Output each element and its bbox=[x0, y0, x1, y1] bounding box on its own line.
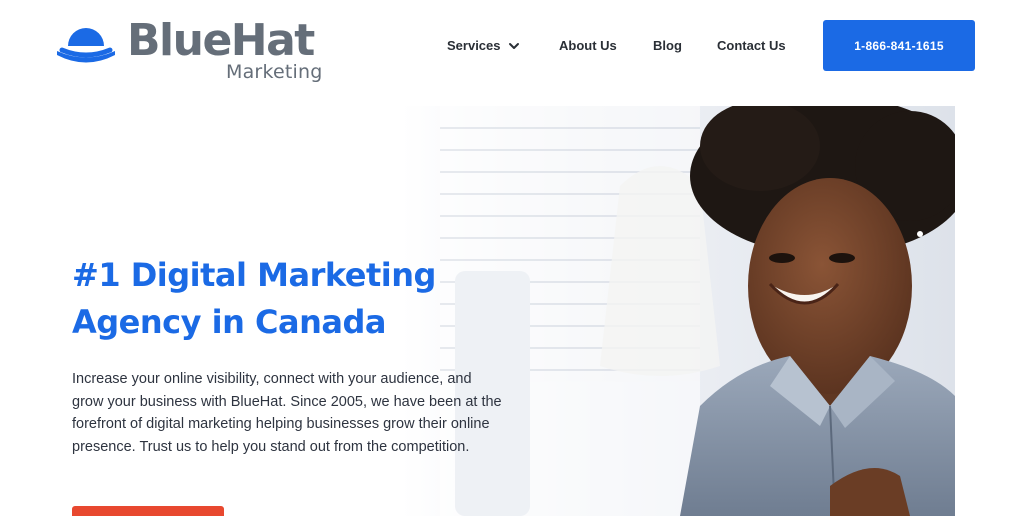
phone-call-button[interactable]: 1-866-841-1615 bbox=[823, 20, 975, 71]
hero-body-text: Increase your online visibility, connect… bbox=[72, 371, 502, 455]
hero-cta-button[interactable] bbox=[72, 506, 224, 516]
nav-contact-us[interactable]: Contact Us bbox=[717, 36, 786, 56]
nav-services-label: Services bbox=[447, 38, 501, 53]
nav-about-us[interactable]: About Us bbox=[559, 36, 617, 56]
hero-headline-line-1: #1 Digital Marketing bbox=[72, 256, 436, 294]
bluehat-logo[interactable]: BlueHat Marketing bbox=[54, 15, 324, 88]
chevron-down-icon bbox=[508, 43, 519, 49]
logo-wordmark: BlueHat bbox=[127, 15, 315, 66]
site-header: BlueHat Marketing Services About Us Blog… bbox=[0, 0, 1024, 100]
logo-subtitle: Marketing bbox=[226, 61, 323, 83]
hero-headline-line-2: Agency in Canada bbox=[72, 303, 386, 341]
nav-services[interactable]: Services bbox=[447, 36, 521, 56]
hero-section: #1 Digital Marketing Agency in Canada In… bbox=[0, 106, 955, 516]
hat-icon bbox=[57, 28, 115, 63]
nav-blog[interactable]: Blog bbox=[653, 36, 682, 56]
hero-headline: #1 Digital Marketing Agency in Canada bbox=[72, 252, 492, 346]
